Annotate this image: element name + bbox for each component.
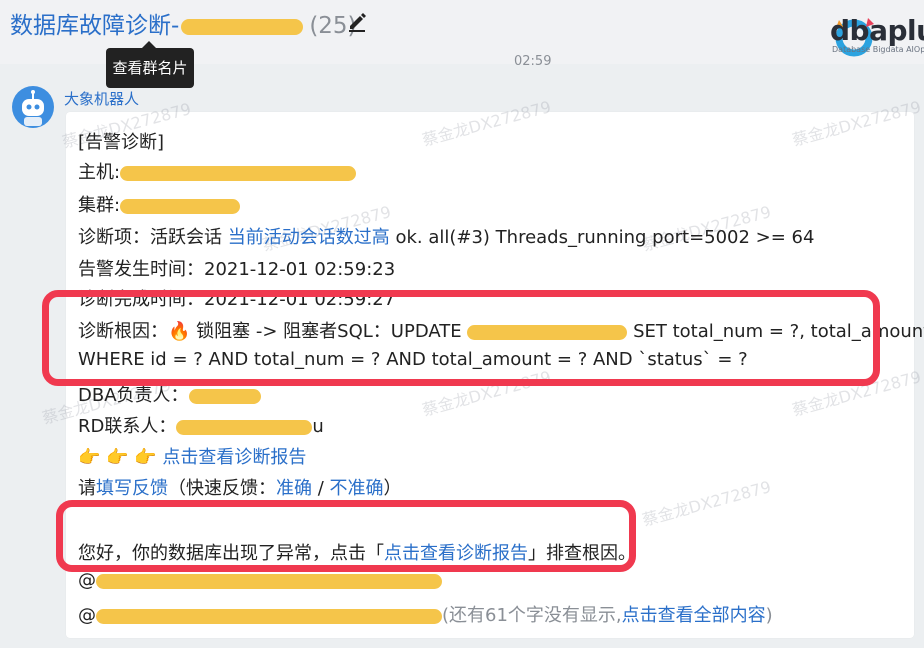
mention-line-2: @ (还有61个字没有显示,点击查看全部内容): [78, 601, 773, 627]
show-all-link[interactable]: 点击查看全部内容: [622, 605, 766, 626]
sender-name: 大象机器人: [64, 90, 140, 108]
host-line: 主机:: [78, 158, 357, 184]
cluster-line: 集群:: [78, 191, 241, 217]
diagnosis-item-line: 诊断项：活跃会话 当前活动会话数过高 ok. all(#3) Threads_r…: [78, 223, 814, 249]
alert-tag: [告警诊断]: [78, 132, 165, 153]
item-detail: ok. all(#3) Threads_running port=5002 >=…: [389, 227, 815, 248]
redacted-cluster: [120, 198, 241, 214]
redacted-dba: [188, 388, 261, 404]
robot-avatar[interactable]: [12, 86, 54, 128]
logo-brand: dbaplus: [830, 14, 924, 47]
redacted-group-name: [181, 18, 304, 35]
feedback-end: ）: [383, 478, 402, 499]
redacted-host: [120, 165, 357, 181]
redacted-mentions: [96, 573, 442, 589]
feedback-inaccurate-link[interactable]: 不准确: [330, 478, 384, 499]
fill-feedback-link[interactable]: 填写反馈: [96, 478, 168, 499]
at-sign: @: [78, 605, 96, 626]
hidden-chars-end: ): [765, 605, 773, 626]
feedback-sep: /: [312, 478, 330, 499]
rd-tail: u: [312, 416, 324, 437]
message-timestamp: 02:59: [514, 54, 552, 69]
group-card-tooltip: 查看群名片: [106, 41, 194, 88]
rd-line: RD联系人： u: [78, 412, 324, 438]
alert-time-line: 告警发生时间：2021-12-01 02:59:23: [78, 259, 396, 280]
redacted-rd: [176, 419, 313, 435]
pointing-hand-icon: 👉 👉 👉: [78, 447, 163, 468]
rd-label: RD联系人：: [78, 416, 177, 437]
at-sign: @: [78, 570, 96, 591]
item-label: 诊断项：活跃会话: [78, 227, 228, 248]
logo-tagline: Database Bigdata AIOps: [832, 45, 924, 54]
dba-label: DBA负责人：: [78, 385, 189, 406]
host-label: 主机:: [78, 162, 121, 183]
active-session-link[interactable]: 当前活动会话数过高: [228, 227, 390, 248]
notice-highlight: [56, 500, 636, 572]
view-report-link[interactable]: 点击查看诊断报告: [162, 447, 306, 468]
cluster-label: 集群:: [78, 195, 121, 216]
hidden-chars-note: (还有61个字没有显示,: [442, 605, 622, 626]
edit-icon[interactable]: [346, 10, 368, 32]
root-cause-highlight: [42, 290, 880, 386]
group-title[interactable]: 数据库故障诊断- (25): [10, 6, 357, 40]
feedback-pre: 请: [78, 478, 96, 499]
feedback-accurate-link[interactable]: 准确: [276, 478, 312, 499]
robot-icon: [22, 90, 44, 126]
report-line: 👉 👉 👉 点击查看诊断报告: [78, 443, 306, 469]
group-name[interactable]: 数据库故障诊断-: [10, 13, 179, 39]
feedback-mid: （快速反馈：: [168, 478, 276, 499]
feedback-line: 请填写反馈（快速反馈：准确 / 不准确）: [78, 474, 402, 500]
redacted-mentions: [96, 608, 442, 624]
mention-line-1: @: [78, 570, 442, 591]
